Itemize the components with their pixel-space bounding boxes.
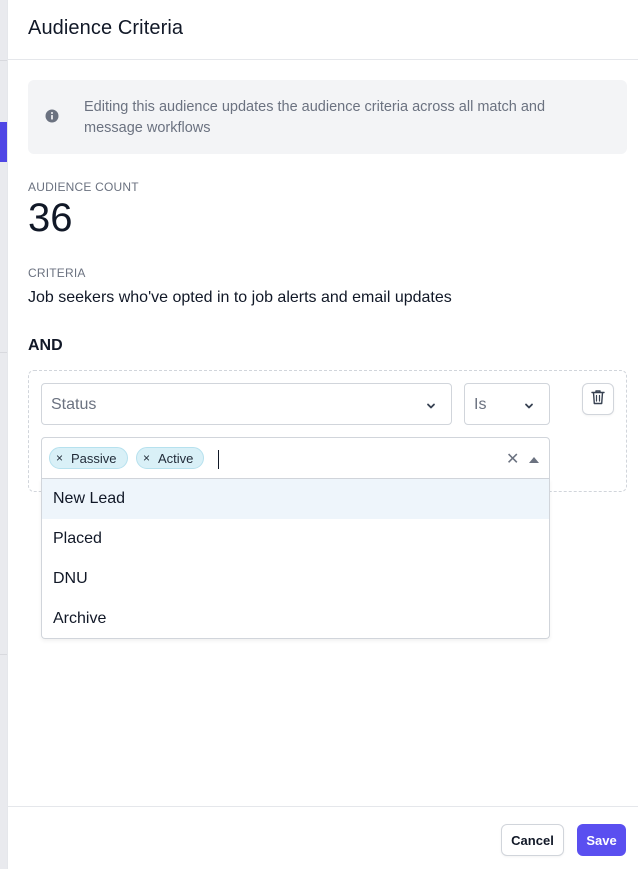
chip-label: Passive [71,450,117,466]
panel-title: Audience Criteria [28,17,184,39]
info-message: Editing this audience updates the audien… [84,99,546,136]
values-dropdown-menu: New Lead Placed DNU Archive [41,479,550,639]
chevron-down-icon [523,399,535,411]
backdrop-accent [0,122,7,162]
delete-rule-button[interactable] [582,383,614,415]
remove-chip-icon[interactable]: × [143,451,150,465]
chip-label: Active [158,450,194,466]
dropdown-option[interactable]: New Lead [42,479,549,519]
audience-criteria-panel: Audience Criteria Editing this audience … [7,0,638,869]
audience-count-label: AUDIENCE COUNT [28,180,139,194]
chevron-up-icon[interactable] [529,457,539,463]
text-cursor [218,450,219,469]
selected-value-chip: × Active [136,447,205,469]
save-button[interactable]: Save [577,824,626,856]
values-multiselect[interactable]: × Passive × Active ✕ [41,437,550,479]
info-banner: Editing this audience updates the audien… [28,80,627,154]
field-select-value: Status [51,396,97,413]
panel-header: Audience Criteria [8,0,638,60]
conjunction-label: AND [28,337,63,354]
dropdown-option[interactable]: DNU [42,559,549,599]
info-icon [45,109,59,123]
clear-selection-icon[interactable]: ✕ [506,449,519,469]
dropdown-option[interactable]: Placed [42,519,549,559]
audience-count-value: 36 [28,196,73,240]
criteria-label: CRITERIA [28,266,86,280]
remove-chip-icon[interactable]: × [56,451,63,465]
cancel-button[interactable]: Cancel [501,824,564,856]
trash-icon [591,389,605,410]
selected-value-chip: × Passive [49,447,128,469]
panel-footer: Cancel Save [8,806,638,869]
criteria-description: Job seekers who've opted in to job alert… [28,289,452,306]
chevron-down-icon [425,399,437,411]
operator-select[interactable]: Is [464,383,550,425]
field-select[interactable]: Status [41,383,452,425]
operator-select-value: Is [474,396,487,413]
dropdown-option[interactable]: Archive [42,599,549,639]
